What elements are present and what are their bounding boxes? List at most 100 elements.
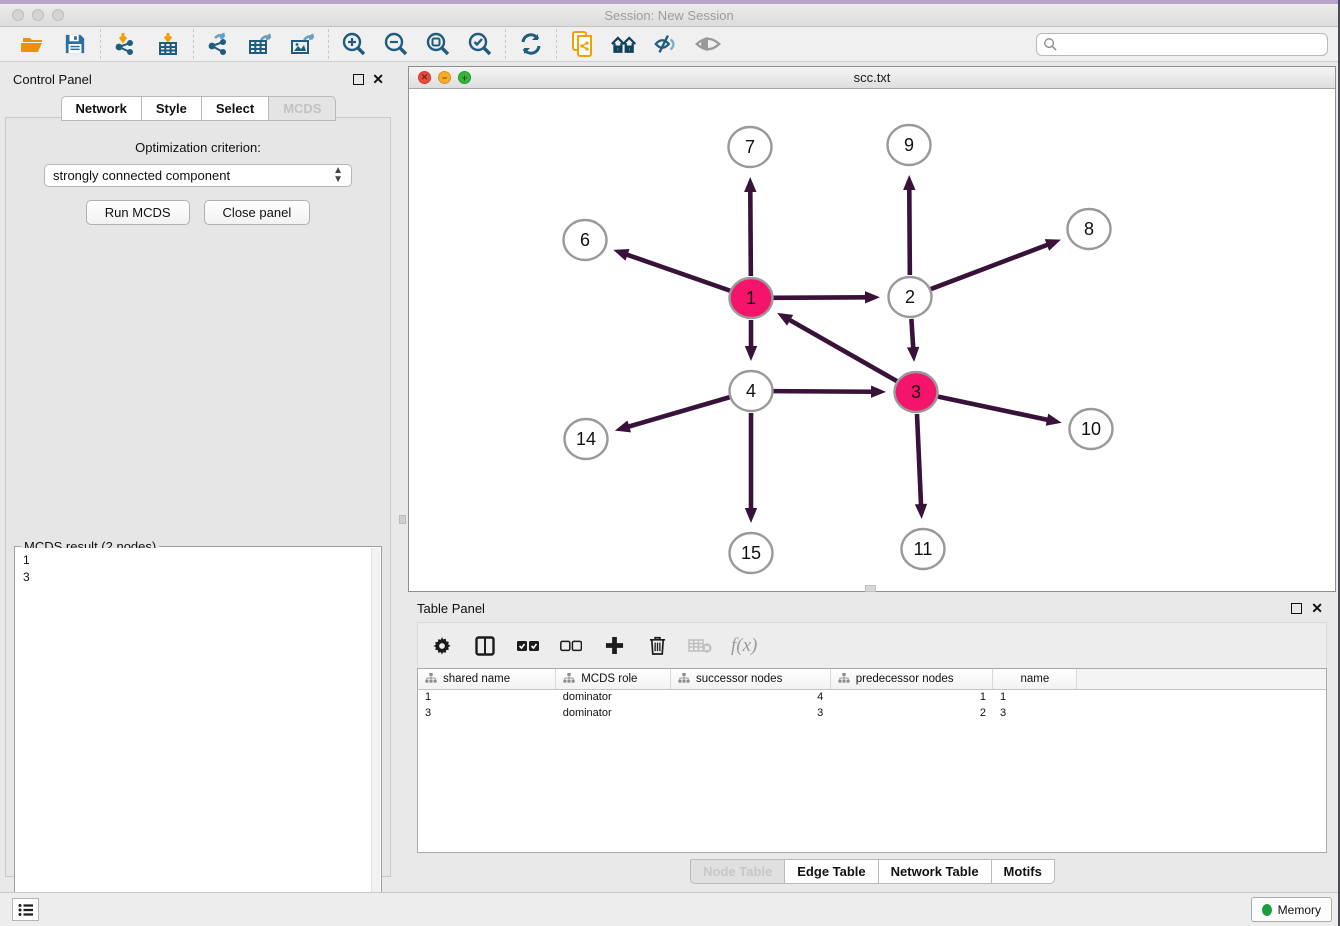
add-column-button[interactable]: [602, 634, 626, 658]
hide-selected-button[interactable]: [653, 31, 679, 57]
run-mcds-button[interactable]: Run MCDS: [86, 200, 190, 225]
trash-icon: [649, 636, 666, 655]
tab-network[interactable]: Network: [61, 96, 142, 121]
graph-node-label: 6: [580, 230, 590, 250]
unselect-all-button[interactable]: [559, 634, 583, 658]
cell-name[interactable]: 1: [993, 689, 1077, 705]
export-image-button[interactable]: [290, 31, 316, 57]
select-all-button[interactable]: [516, 634, 540, 658]
graph-edge[interactable]: [788, 319, 897, 381]
table-row[interactable]: 1 dominator 4 1 1: [418, 689, 1326, 705]
table-header-row[interactable]: shared name MCDS role successor nodes pr…: [418, 669, 1326, 689]
export-network-button[interactable]: [206, 31, 232, 57]
tab-motifs[interactable]: Motifs: [991, 859, 1055, 884]
graph-edge[interactable]: [938, 397, 1049, 421]
tab-select[interactable]: Select: [201, 96, 269, 121]
close-panel-icon[interactable]: ✕: [372, 71, 384, 88]
graph-edge[interactable]: [911, 319, 913, 349]
mcds-result-list[interactable]: 1 3: [16, 548, 371, 916]
attribute-type-icon: [678, 673, 690, 684]
panel-splitter-handle[interactable]: [399, 515, 406, 524]
tab-node-table[interactable]: Node Table: [690, 859, 785, 884]
cell-shared-name[interactable]: 3: [418, 705, 556, 721]
zoom-out-button[interactable]: [383, 31, 409, 57]
graph-edge[interactable]: [773, 391, 873, 392]
export-table-button[interactable]: [248, 31, 274, 57]
tab-edge-table[interactable]: Edge Table: [784, 859, 878, 884]
close-table-panel-icon[interactable]: ✕: [1311, 600, 1323, 617]
graph-edge-arrowhead: [907, 347, 919, 362]
memory-button[interactable]: Memory: [1251, 897, 1332, 922]
table-toolbar: f(x): [417, 622, 1327, 668]
graph-edge[interactable]: [750, 190, 751, 276]
zoom-fit-button[interactable]: [425, 31, 451, 57]
graph-node-label: 15: [741, 543, 761, 563]
export-network-icon: [207, 32, 231, 56]
table-row[interactable]: 3 dominator 3 2 3: [418, 705, 1326, 721]
zoom-selected-icon: [467, 31, 493, 57]
function-builder-button[interactable]: f(x): [731, 635, 757, 657]
graph-edge[interactable]: [626, 254, 731, 291]
tab-network-table[interactable]: Network Table: [878, 859, 992, 884]
cell-predecessor-nodes[interactable]: 2: [830, 705, 993, 721]
float-panel-icon[interactable]: [353, 74, 364, 85]
optimization-criterion-select[interactable]: strongly connected component ▲▼: [44, 164, 352, 187]
graph-edge-arrowhead: [745, 508, 757, 523]
graph-edge[interactable]: [931, 244, 1049, 289]
delete-column-button[interactable]: [645, 634, 669, 658]
tab-style[interactable]: Style: [141, 96, 202, 121]
cell-mcds-role[interactable]: dominator: [556, 705, 671, 721]
graph-edge-arrowhead: [744, 177, 756, 192]
delete-table-button[interactable]: [688, 634, 712, 658]
result-scrollbar[interactable]: [371, 548, 380, 916]
open-session-button[interactable]: [20, 31, 46, 57]
cell-successor-nodes[interactable]: 3: [671, 705, 831, 721]
save-session-button[interactable]: [62, 31, 88, 57]
split-column-button[interactable]: [473, 634, 497, 658]
close-panel-button[interactable]: Close panel: [204, 200, 311, 225]
graph-edge[interactable]: [627, 397, 730, 427]
refresh-layout-button[interactable]: [518, 31, 544, 57]
float-table-panel-icon[interactable]: [1291, 603, 1302, 614]
cell-mcds-role[interactable]: dominator: [556, 689, 671, 705]
tab-mcds[interactable]: MCDS: [268, 96, 336, 121]
control-panel: Control Panel ✕ Network Style Select MCD…: [0, 65, 396, 880]
graph-edge-arrowhead: [745, 346, 757, 361]
graph-edge[interactable]: [773, 297, 867, 298]
network-clipboard-button[interactable]: [569, 31, 595, 57]
graph-edge-arrowhead: [871, 386, 886, 398]
cell-shared-name[interactable]: 1: [418, 689, 556, 705]
zoom-in-button[interactable]: [341, 31, 367, 57]
cell-successor-nodes[interactable]: 4: [671, 689, 831, 705]
save-floppy-icon: [64, 33, 86, 55]
network-window-title: scc.txt: [409, 70, 1335, 85]
gear-icon: [433, 637, 451, 655]
show-all-button[interactable]: [695, 31, 721, 57]
session-title: Session: New Session: [0, 8, 1338, 23]
table-options-button[interactable]: [430, 634, 454, 658]
graph-edge[interactable]: [917, 414, 921, 506]
cell-name[interactable]: 3: [993, 705, 1077, 721]
search-input[interactable]: [1058, 38, 1308, 52]
graph-node-label: 3: [911, 382, 921, 402]
graph-edge-arrowhead: [613, 249, 629, 261]
result-item: 3: [23, 569, 371, 586]
cell-predecessor-nodes[interactable]: 1: [830, 689, 993, 705]
zoom-selected-button[interactable]: [467, 31, 493, 57]
hide-eye-icon: [653, 32, 679, 56]
search-field[interactable]: [1036, 33, 1328, 56]
task-history-button[interactable]: [12, 898, 39, 921]
network-graph[interactable]: 1234678910111415: [409, 89, 1335, 591]
import-table-button[interactable]: [155, 31, 181, 57]
first-neighbors-button[interactable]: [611, 31, 637, 57]
network-document-icon: [570, 31, 594, 57]
import-network-button[interactable]: [113, 31, 139, 57]
network-window-titlebar[interactable]: ✕ − + scc.txt: [409, 67, 1335, 89]
network-splitter-handle[interactable]: [865, 585, 876, 592]
node-table[interactable]: shared name MCDS role successor nodes pr…: [417, 668, 1327, 853]
split-column-icon: [475, 636, 495, 656]
status-bar: Memory: [0, 892, 1338, 926]
zoom-out-icon: [383, 31, 409, 57]
graph-edge[interactable]: [909, 188, 910, 275]
graph-edge-arrowhead: [615, 420, 631, 432]
